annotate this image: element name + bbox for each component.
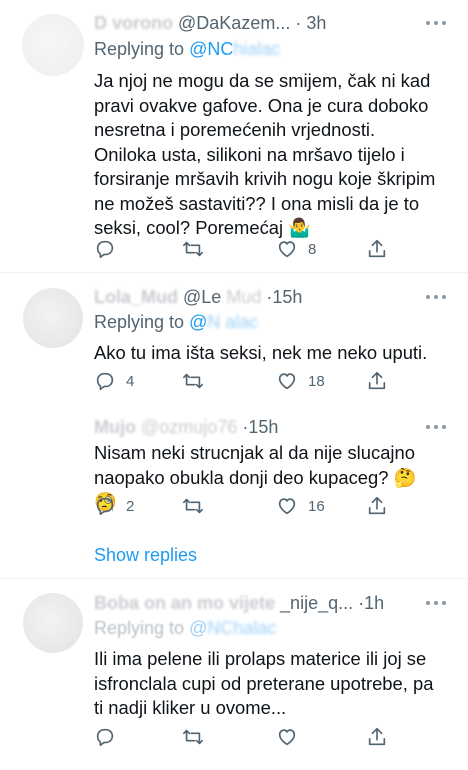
share-icon (368, 727, 386, 746)
reply-count: 2 (126, 497, 135, 515)
share-button[interactable] (366, 725, 388, 749)
reply-count: 4 (126, 372, 135, 390)
retweet-icon (183, 373, 203, 389)
replying-prefix: Replying to (94, 312, 190, 332)
replying-at: @NC (189, 39, 234, 59)
replying-link[interactable]: @NChialac (189, 39, 280, 59)
reply-button[interactable]: 2 (94, 494, 134, 518)
display-name[interactable]: Mujo (94, 417, 136, 437)
share-button[interactable] (366, 237, 388, 261)
display-name[interactable]: Boba on an mo vijete (94, 593, 275, 613)
tweet-2[interactable]: Lola_Mud @Le Mud ·15h Replying to @N ala… (0, 273, 468, 393)
handle[interactable]: @Le Mud (183, 287, 261, 307)
replying-prefix: Replying to (94, 618, 190, 638)
retweet-icon (183, 241, 203, 257)
replying-blurred: hialac (233, 39, 281, 59)
replying-at: @ (189, 618, 208, 638)
retweet-icon (183, 498, 203, 514)
share-icon (368, 371, 386, 390)
tweet-header: Lola_Mud @Le Mud ·15h (94, 285, 428, 309)
tweet-header: D vorono @DaKazem... · 3h (94, 11, 428, 35)
tweet-actions: 2 16 (94, 494, 394, 518)
more-icon[interactable] (426, 424, 446, 430)
handle-prefix: @Le (183, 287, 222, 307)
handle[interactable]: @DaKazem... (178, 13, 290, 33)
tweet-1[interactable]: D vorono @DaKazem... · 3h Replying to @N… (0, 0, 468, 272)
like-count: 16 (308, 497, 325, 515)
reply-button[interactable] (94, 237, 126, 261)
retweet-button[interactable] (182, 369, 214, 393)
like-count: 18 (308, 372, 325, 390)
like-button[interactable]: 18 (276, 369, 325, 393)
thinking-emoji: 🤔 (393, 466, 417, 488)
tweet-text: Ako tu ima išta seksi, nek me neko uputi… (94, 342, 428, 363)
share-icon (368, 496, 386, 515)
handle-blurred: @ozmujo76 (141, 417, 238, 437)
timestamp[interactable]: 15h (248, 417, 278, 437)
retweet-button[interactable] (182, 494, 214, 518)
like-button[interactable]: 16 (276, 494, 325, 518)
like-button[interactable]: 8 (276, 237, 316, 261)
tweet-4[interactable]: Boba on an mo vijete _nije_q... ·1h Repl… (0, 579, 468, 770)
tweet-header: Mujo @ozmujo76 ·15h (94, 415, 428, 439)
tweet-text: Ja njoj ne mogu da se smijem, čak ni kad… (94, 69, 442, 241)
handle-blurred: Mud (221, 287, 262, 307)
tweet-header: Boba on an mo vijete _nije_q... ·1h (94, 591, 428, 615)
tweet-text-body: Ja njoj ne mogu da se smijem, čak ni kad… (94, 70, 436, 238)
tweet-text-body: Nisam neki strucnjak al da nije slucajno… (94, 442, 415, 488)
share-icon (368, 239, 386, 258)
timestamp[interactable]: 3h (306, 13, 326, 33)
replying-prefix: Replying to (94, 39, 190, 59)
like-count: 8 (308, 240, 317, 258)
avatar[interactable] (23, 288, 83, 348)
like-button[interactable] (276, 725, 298, 749)
retweet-icon (183, 729, 203, 745)
like-icon (278, 729, 296, 746)
replying-at: @ (189, 312, 208, 332)
replying-link[interactable]: @N alac (189, 312, 258, 332)
reply-icon (96, 728, 114, 747)
replying-link[interactable]: @NChalac (189, 618, 276, 638)
avatar[interactable] (22, 14, 84, 76)
timestamp[interactable]: 1h (364, 593, 384, 613)
reply-icon (96, 372, 114, 391)
replying-to: Replying to @NChalac (94, 616, 276, 640)
reply-button[interactable] (94, 725, 116, 749)
tweet-actions: 4 18 (94, 369, 394, 393)
show-replies-link[interactable]: Show replies (94, 545, 197, 566)
like-icon (278, 373, 296, 390)
reply-button[interactable]: 4 (94, 369, 134, 393)
retweet-button[interactable] (182, 237, 214, 261)
tweet-actions: 8 (94, 237, 394, 261)
handle[interactable]: @ozmujo76 (141, 417, 237, 437)
reply-icon (96, 497, 114, 516)
share-button[interactable] (366, 494, 388, 518)
replying-blurred: NChalac (207, 618, 277, 638)
like-icon (278, 498, 296, 515)
tweet-text: Ili ima pelene ili prolaps materice ili … (94, 648, 434, 718)
reply-icon (96, 240, 114, 259)
timestamp[interactable]: 15h (272, 287, 302, 307)
tweet-3[interactable]: Mujo @ozmujo76 ·15h Nisam neki strucnjak… (0, 406, 468, 576)
replying-to: Replying to @N alac (94, 310, 258, 334)
replying-blurred: N alac (207, 312, 259, 332)
like-icon (278, 241, 296, 258)
handle[interactable]: _nije_q... (280, 593, 353, 613)
more-icon[interactable] (426, 294, 446, 300)
more-icon[interactable] (426, 600, 446, 606)
avatar[interactable] (23, 593, 83, 653)
replying-to: Replying to @NChialac (94, 37, 280, 61)
shrug-emoji: 🤷‍♂️ (288, 217, 312, 238)
dot-separator: · (295, 13, 302, 33)
display-name[interactable]: D vorono (94, 13, 173, 33)
share-button[interactable] (366, 369, 388, 393)
tweet-actions (94, 725, 394, 749)
display-name[interactable]: Lola_Mud (94, 287, 178, 307)
more-icon[interactable] (426, 20, 446, 26)
retweet-button[interactable] (182, 725, 204, 749)
